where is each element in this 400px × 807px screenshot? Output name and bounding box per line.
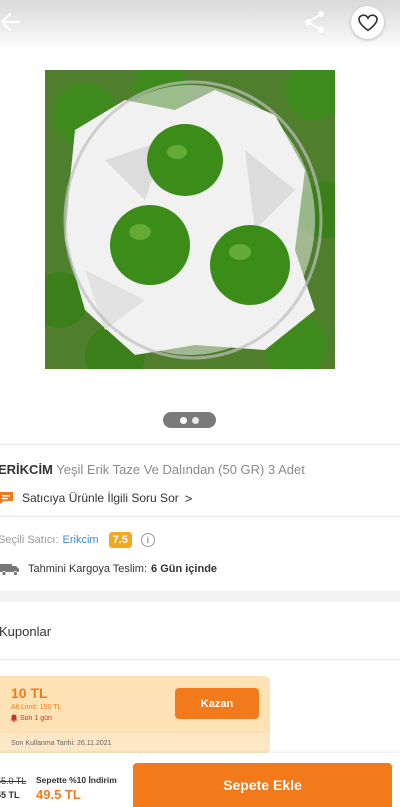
old-price-secondary: 55 TL xyxy=(0,790,20,800)
heart-icon xyxy=(357,13,378,31)
shipping-days: 6 Gün içinde xyxy=(151,563,218,575)
discounted-price: 49.5 TL xyxy=(36,787,81,802)
chevron-right-icon: > xyxy=(184,490,193,506)
product-title: ERİKCİM Yeşil Erik Taze Ve Dalından (50 … xyxy=(0,462,305,478)
product-page: ERİKCİM Yeşil Erik Taze Ve Dalından (50 … xyxy=(0,0,400,807)
gallery-dot[interactable] xyxy=(192,416,199,424)
add-to-cart-button[interactable]: Sepete Ekle xyxy=(133,763,392,807)
product-brand[interactable]: ERİKCİM xyxy=(0,462,53,477)
arrow-left-icon xyxy=(0,12,21,32)
back-button[interactable] xyxy=(0,8,24,36)
share-icon xyxy=(305,11,324,33)
gallery-pagination[interactable] xyxy=(163,412,216,428)
truck-icon xyxy=(0,564,19,576)
gallery-dot-active[interactable] xyxy=(180,416,187,424)
shipping-row: Tahmini Kargoya Teslim: 6 Gün içinde xyxy=(0,560,217,578)
cart-discount-label: Sepette %10 İndirim xyxy=(36,775,117,785)
coupon-last-day: Son 1 gün xyxy=(10,714,52,722)
coupons-title: Kuponlar xyxy=(0,624,52,639)
product-image[interactable] xyxy=(45,70,335,369)
info-icon[interactable]: i xyxy=(140,533,155,547)
product-name: Yeşil Erik Taze Ve Dalından (50 GR) 3 Ad… xyxy=(56,462,305,477)
share-button[interactable] xyxy=(302,9,328,35)
divider xyxy=(0,444,400,445)
product-photo-green-plums xyxy=(45,70,335,369)
favorite-button[interactable] xyxy=(351,6,384,39)
ask-seller-label: Satıcıya Ürünle İlgili Soru Sor xyxy=(22,491,179,505)
chat-icon xyxy=(0,492,13,504)
seller-name-link[interactable]: Erikcim xyxy=(63,534,99,546)
divider xyxy=(0,516,400,517)
old-price: 55.0 TL xyxy=(0,776,27,786)
coupon-limit: Alt Limit: 150 TL xyxy=(11,704,62,711)
ask-seller-link[interactable]: Satıcıya Ürünle İlgili Soru Sor > xyxy=(0,489,192,507)
coupon-amount: 10 TL xyxy=(11,685,48,701)
divider xyxy=(0,659,400,660)
bell-icon xyxy=(10,714,18,722)
coupon-claim-button[interactable]: Kazan xyxy=(175,688,259,719)
seller-rating-badge: 7.5 xyxy=(108,532,132,548)
shipping-label: Tahmini Kargoya Teslim: xyxy=(28,563,148,575)
coupon-card: 10 TL Alt Limit: 150 TL Son 1 gün Kazan … xyxy=(0,676,270,754)
coupon-expiry: Son Kullanma Tarihi: 26.11.2021 xyxy=(11,740,112,747)
coupon-last-day-label: Son 1 gün xyxy=(20,714,52,722)
seller-row: Seçili Satıcı: Erikcim 7.5 i xyxy=(0,531,155,549)
seller-label: Seçili Satıcı: xyxy=(0,534,59,546)
top-bar xyxy=(0,0,400,48)
section-separator xyxy=(0,591,400,602)
